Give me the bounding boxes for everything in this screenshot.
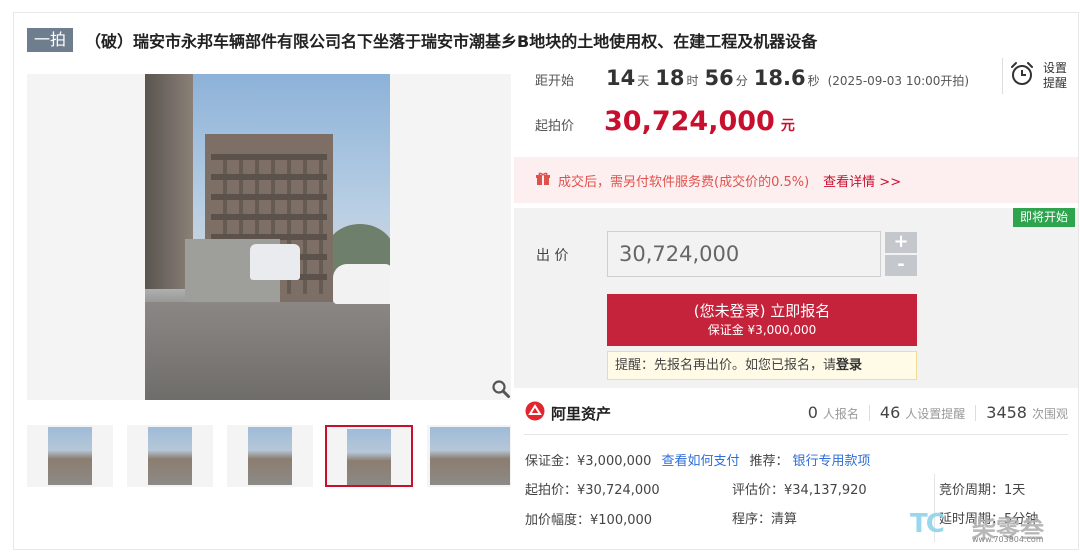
reminder-count-label: 人设置提醒 xyxy=(905,407,966,421)
watermark-url: www.703804.com xyxy=(972,535,1044,544)
auction-stats: 0 人报名 46 人设置提醒 3458 次围观 xyxy=(808,403,1068,422)
countdown-minutes-unit: 分 xyxy=(735,74,748,88)
tip-text: 提醒：先报名再出价。如您已报名，请 xyxy=(615,358,837,373)
start-price-value: 30,724,000 xyxy=(604,106,775,137)
page-title: （破）瑞安市永邦车辆部件有限公司名下坐落于瑞安市潮基乡B地块的土地使用权、在建工… xyxy=(85,32,818,51)
zoom-icon[interactable] xyxy=(488,376,514,402)
thumbnail[interactable] xyxy=(227,425,313,487)
countdown-minutes: 56 xyxy=(704,66,734,90)
building-photo xyxy=(145,74,390,400)
login-tip: 提醒：先报名再出价。如您已报名，请登录 xyxy=(607,351,917,380)
signup-count-label: 人报名 xyxy=(822,407,859,421)
countdown: 距开始 14 天 18 时 56 分 18.6 秒 (2025-09-03 10… xyxy=(535,66,969,96)
watermark-logo-icon: TC xyxy=(910,509,945,539)
signup-label: (您未登录) 立即报名 xyxy=(693,302,831,320)
countdown-label: 距开始 xyxy=(535,74,575,89)
start-price-row: 起拍价 30,724,000 元 xyxy=(535,106,795,137)
title-bar: 一拍 （破）瑞安市永邦车辆部件有限公司名下坐落于瑞安市潮基乡B地块的土地使用权、… xyxy=(27,27,817,53)
view-count: 3458 xyxy=(986,403,1027,422)
gift-icon xyxy=(536,171,550,190)
thumbnail[interactable] xyxy=(127,425,213,487)
ali-assets-logo-icon xyxy=(525,401,545,425)
thumbnail[interactable] xyxy=(27,425,113,487)
increment-info: 加价幅度：¥100,000 xyxy=(525,513,653,528)
reminder-count: 46 xyxy=(879,403,901,422)
start-time: (2025-09-03 10:00开拍) xyxy=(827,74,970,88)
signup-button[interactable]: (您未登录) 立即报名 保证金 ¥3,000,000 xyxy=(607,294,917,346)
how-to-pay-link[interactable]: 查看如何支付 xyxy=(661,454,739,469)
login-link[interactable]: 登录 xyxy=(836,358,862,373)
thumbnail[interactable] xyxy=(427,425,511,487)
recommend-label: 推荐： xyxy=(749,454,789,469)
countdown-days-unit: 天 xyxy=(637,74,650,88)
platform-name: 阿里资产 xyxy=(551,404,612,423)
main-photo[interactable] xyxy=(27,74,511,400)
countdown-seconds: 18.6 xyxy=(753,66,806,90)
status-badge: 即将开始 xyxy=(1013,208,1075,227)
bid-amount-input[interactable] xyxy=(607,231,881,277)
start-price-unit: 元 xyxy=(780,118,795,134)
view-details-link[interactable]: 查看详情 >> xyxy=(823,171,901,190)
reminder-label: 设置提醒 xyxy=(1043,61,1068,90)
start-price-info: 起拍价：¥30,724,000 xyxy=(525,483,660,498)
countdown-hours-unit: 时 xyxy=(686,74,699,88)
watermark: TC 柴零叁 www.703804.com xyxy=(910,505,1070,549)
bid-label: 出 价 xyxy=(536,248,569,264)
thumbnail-strip xyxy=(27,425,511,487)
deposit-info: 保证金：¥3,000,000 xyxy=(525,454,652,469)
countdown-seconds-unit: 秒 xyxy=(807,74,820,88)
auction-round-badge: 一拍 xyxy=(27,28,74,52)
signup-count: 0 xyxy=(807,403,818,422)
bank-funds-link[interactable]: 银行专用款项 xyxy=(792,454,870,469)
countdown-days: 14 xyxy=(606,66,636,90)
deposit-row: 保证金：¥3,000,000 查看如何支付 推荐： 银行专用款项 xyxy=(525,450,870,469)
set-reminder-button[interactable]: 设置提醒 xyxy=(1002,58,1072,94)
platform-brand: 阿里资产 xyxy=(525,401,611,425)
increase-bid-button[interactable]: + xyxy=(885,232,917,253)
countdown-hours: 18 xyxy=(655,66,685,90)
notice-text: 成交后，需另付软件服务费(成交价的0.5%) xyxy=(558,174,810,190)
view-count-label: 次围观 xyxy=(1031,407,1068,421)
appraisal-info: 评估价：¥34,137,920 xyxy=(732,483,867,498)
cycle-info: 竞价周期：1天 xyxy=(939,483,1026,498)
decrease-bid-button[interactable]: - xyxy=(885,255,917,276)
thumbnail-selected[interactable] xyxy=(325,425,413,487)
divider xyxy=(524,434,1068,435)
deposit-label: 保证金 ¥3,000,000 xyxy=(707,323,817,337)
service-fee-notice: 成交后，需另付软件服务费(成交价的0.5%) 查看详情 >> xyxy=(514,157,1078,203)
alarm-clock-icon xyxy=(1009,61,1035,91)
procedure-info: 程序：清算 xyxy=(732,512,798,527)
start-price-label: 起拍价 xyxy=(535,119,575,134)
